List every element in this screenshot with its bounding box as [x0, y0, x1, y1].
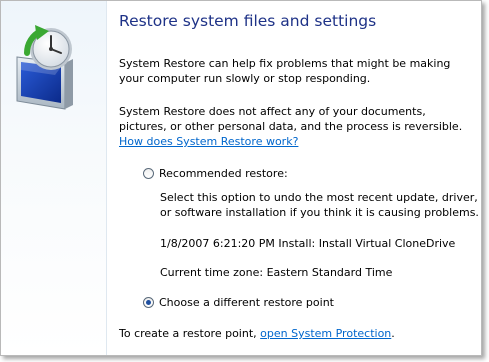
wizard-sidebar — [1, 1, 107, 355]
time-zone-info: Current time zone: Eastern Standard Time — [160, 266, 393, 279]
different-restore-point-radio[interactable] — [143, 296, 154, 308]
system-restore-icon — [16, 25, 73, 110]
different-restore-point-label: Choose a different restore point — [159, 295, 334, 309]
footer-prefix: To create a restore point, — [119, 327, 261, 340]
restore-point-info: 1/8/2007 6:21:20 PM Install: Install Vir… — [160, 237, 456, 250]
footer-suffix: . — [391, 327, 395, 340]
recommended-restore-radio[interactable] — [143, 167, 154, 179]
page-title: Restore system files and settings — [119, 12, 377, 30]
restore-wizard-window: Restore system files and settings System… — [0, 0, 482, 356]
open-system-protection-link[interactable]: open System Protection — [260, 327, 391, 340]
reversible-text: System Restore does not affect any of yo… — [119, 105, 463, 133]
recommended-restore-label: Recommended restore: — [159, 166, 288, 180]
reversible-paragraph: System Restore does not affect any of yo… — [119, 104, 469, 149]
different-restore-point-option[interactable]: Choose a different restore point — [143, 294, 334, 310]
how-restore-works-link[interactable]: How does System Restore work? — [119, 135, 298, 148]
footer-text: To create a restore point, open System P… — [119, 326, 469, 341]
recommended-description: Select this option to undo the most rece… — [160, 191, 479, 219]
recommended-restore-option[interactable]: Recommended restore: — [143, 165, 288, 181]
intro-paragraph: System Restore can help fix problems tha… — [119, 57, 451, 85]
